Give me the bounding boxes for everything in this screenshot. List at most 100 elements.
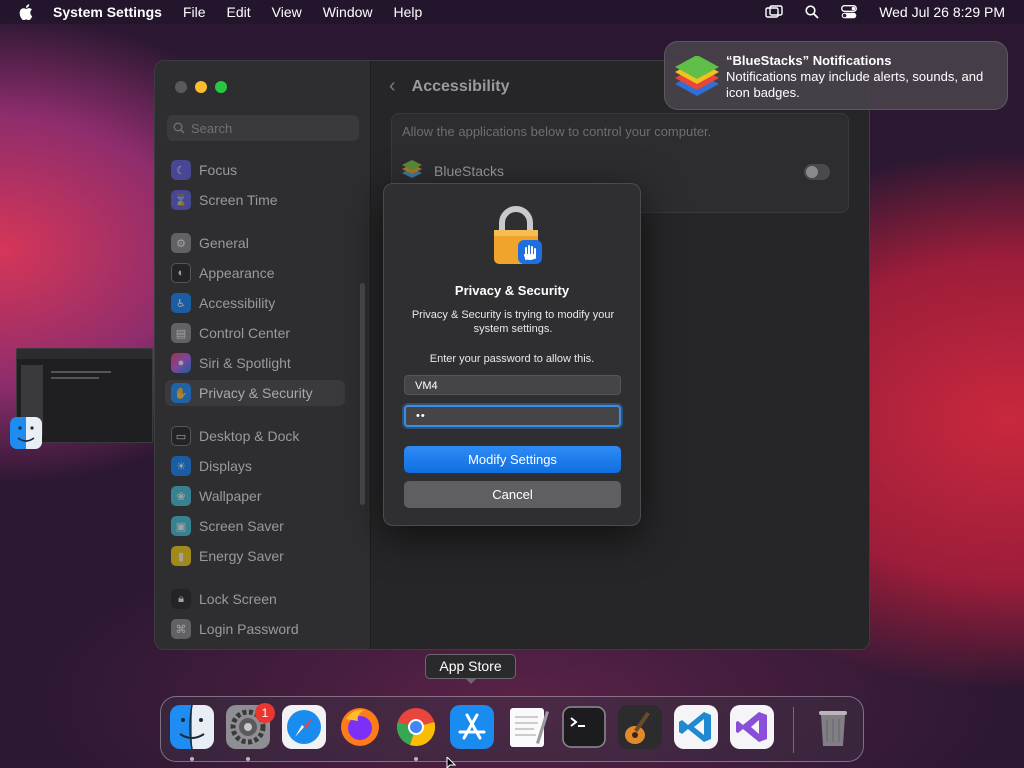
page-title: Accessibility (411, 77, 510, 95)
bluestacks-icon (402, 160, 422, 178)
window-controls (175, 81, 227, 93)
siri-icon: ● (171, 353, 191, 373)
running-indicator (190, 757, 194, 761)
sidebar-item-screen-time[interactable]: ⌛ Screen Time (165, 187, 345, 213)
dock-textedit[interactable] (506, 705, 550, 749)
garageband-icon (618, 705, 662, 749)
thumbnail-titlebar (17, 349, 152, 359)
sidebar-item-lock-screen[interactable]: 🔒︎ Lock Screen (165, 586, 345, 612)
textedit-icon (510, 708, 549, 747)
control-center-icon[interactable] (841, 5, 858, 19)
accessibility-icon: ♿ (171, 293, 191, 313)
menu-file[interactable]: File (183, 4, 206, 20)
login-icon: ⌘ (171, 619, 191, 639)
sidebar-item-energy-saver[interactable]: ▮ Energy Saver (165, 543, 345, 569)
sidebar-item-label: Accessibility (199, 295, 276, 311)
cancel-button[interactable]: Cancel (404, 481, 621, 508)
sun-icon: ☀ (171, 456, 191, 476)
username-field[interactable]: VM4 (404, 375, 621, 395)
app-name: BlueStacks (434, 163, 505, 179)
minimize-button[interactable] (195, 81, 207, 93)
gear-icon: ⚙ (171, 233, 191, 253)
password-field[interactable]: •• (404, 405, 621, 427)
visual-studio-icon (730, 705, 774, 749)
menu-bar: System Settings File Edit View Window He… (0, 0, 1024, 24)
notification-banner[interactable]: “BlueStacks” Notifications Notifications… (664, 41, 1008, 110)
dock-tooltip: App Store (425, 654, 516, 679)
control-center-icon: ▤ (171, 323, 191, 343)
dock-terminal[interactable] (562, 705, 606, 749)
menu-app-name[interactable]: System Settings (53, 4, 162, 20)
lock-icon: 🔒︎ (171, 589, 191, 609)
notification-body: Notifications may include alerts, sounds… (726, 69, 984, 100)
sidebar-item-label: Screen Time (199, 192, 278, 208)
sidebar-item-label: General (199, 235, 249, 251)
notification-title: “BlueStacks” Notifications (726, 53, 892, 68)
sidebar-item-displays[interactable]: ☀ Displays (165, 453, 345, 479)
sidebar-item-label: Login Password (199, 621, 299, 637)
spotlight-search-icon[interactable] (805, 5, 819, 19)
sidebar-item-privacy-security[interactable]: ✋ Privacy & Security (165, 380, 345, 406)
bluestacks-icon (675, 56, 719, 96)
apple-logo-icon[interactable] (19, 4, 33, 20)
sidebar-item-label: Appearance (199, 265, 275, 281)
thumbnail-line (51, 377, 99, 379)
zoom-button[interactable] (215, 81, 227, 93)
sidebar-item-label: Desktop & Dock (199, 428, 300, 444)
dock-chrome[interactable] (394, 705, 438, 749)
finder-icon[interactable] (10, 417, 42, 449)
menu-view[interactable]: View (272, 4, 302, 20)
sidebar-item-login-password[interactable]: ⌘ Login Password (165, 616, 345, 642)
sidebar-item-control-center[interactable]: ▤ Control Center (165, 320, 345, 346)
sidebar-scrollbar[interactable] (360, 283, 365, 505)
panel-description: Allow the applications below to control … (402, 124, 712, 139)
sidebar-item-siri-spotlight[interactable]: ● Siri & Spotlight (165, 350, 345, 376)
finder-icon (170, 705, 214, 749)
content-header: ‹ Accessibility (389, 75, 510, 98)
search-icon (173, 122, 185, 134)
screen-saver-icon: ▣ (171, 516, 191, 536)
dock-vscode[interactable] (674, 705, 718, 749)
battery-icon: ▮ (171, 546, 191, 566)
dock-app-store[interactable] (450, 705, 494, 749)
dock-trash[interactable] (811, 705, 855, 749)
trash-icon (819, 711, 847, 746)
sidebar-item-screen-saver[interactable]: ▣ Screen Saver (165, 513, 345, 539)
running-indicator (246, 757, 250, 761)
sidebar-item-wallpaper[interactable]: ❀ Wallpaper (165, 483, 345, 509)
bluestacks-access-toggle[interactable] (804, 164, 830, 180)
sidebar-item-general[interactable]: ⚙ General (165, 230, 345, 256)
chrome-icon (396, 708, 436, 746)
wallpaper-icon: ❀ (171, 486, 191, 506)
desktop-icon: ▭ (171, 426, 191, 446)
sidebar-item-label: Privacy & Security (199, 385, 313, 401)
sidebar-item-desktop-dock[interactable]: ▭ Desktop & Dock (165, 423, 345, 449)
app-row-bluestacks: BlueStacks (400, 158, 840, 184)
menu-window[interactable]: Window (323, 4, 373, 20)
settings-sidebar: Search ☾ Focus ⌛ Screen Time ⚙ General ◐… (155, 61, 371, 649)
dock-visual-studio[interactable] (730, 705, 774, 749)
dock-firefox[interactable] (338, 705, 382, 749)
menu-help[interactable]: Help (394, 4, 423, 20)
sidebar-item-accessibility[interactable]: ♿ Accessibility (165, 290, 345, 316)
dock-separator (793, 707, 794, 753)
sidebar-item-focus[interactable]: ☾ Focus (165, 157, 345, 183)
dock-garageband[interactable] (618, 705, 662, 749)
authorization-dialog: Privacy & Security Privacy & Security is… (383, 183, 641, 526)
close-button[interactable] (175, 81, 187, 93)
vscode-icon (674, 705, 718, 749)
screen-mirroring-icon[interactable] (765, 5, 783, 19)
app-store-icon (450, 705, 494, 749)
sidebar-item-label: Displays (199, 458, 252, 474)
dialog-message: Privacy & Security is trying to modify y… (411, 309, 615, 335)
sidebar-search-input[interactable]: Search (167, 115, 359, 141)
back-chevron-icon[interactable]: ‹ (389, 75, 396, 98)
menu-edit[interactable]: Edit (227, 4, 251, 20)
dock-safari[interactable] (282, 705, 326, 749)
menubar-clock[interactable]: Wed Jul 26 8:29 PM (879, 4, 1005, 20)
modify-settings-button[interactable]: Modify Settings (404, 446, 621, 473)
sidebar-item-appearance[interactable]: ◐ Appearance (165, 260, 345, 286)
hourglass-icon: ⌛ (171, 190, 191, 210)
dock-finder[interactable] (170, 705, 214, 749)
notification-badge: 1 (255, 703, 275, 723)
